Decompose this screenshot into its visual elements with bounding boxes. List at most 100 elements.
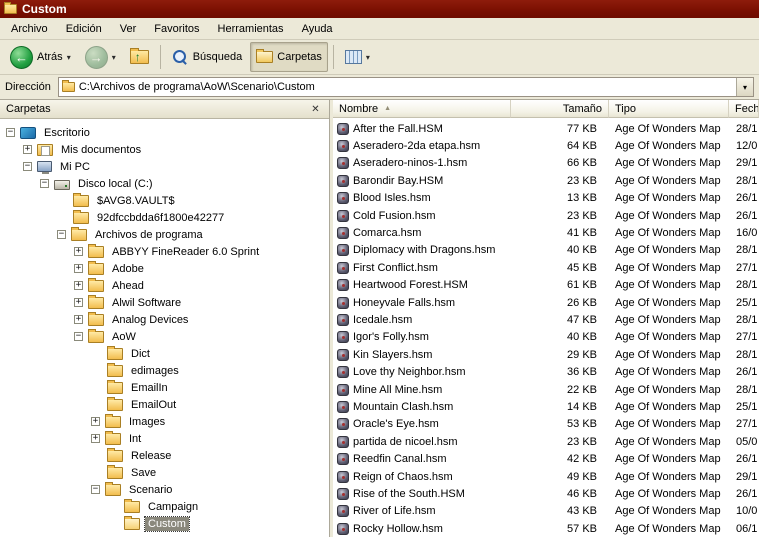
menu-favoritos[interactable]: Favoritos bbox=[145, 20, 208, 38]
tree-item-release[interactable]: Release bbox=[0, 447, 329, 464]
tree-item-alwil-software[interactable]: + Alwil Software bbox=[0, 294, 329, 311]
file-row-first-conflict-hsm[interactable]: First Conflict.hsm 45 KB Age Of Wonders Ma… bbox=[333, 259, 759, 276]
file-row-aseradero-2da-etapa-hsm[interactable]: Aseradero-2da etapa.hsm 64 KB Age Of Wonde… bbox=[333, 137, 759, 154]
tree-item-int[interactable]: + Int bbox=[0, 430, 329, 447]
file-row-honeyvale-falls-hsm[interactable]: Honeyvale Falls.hsm 26 KB Age Of Wonders M… bbox=[333, 294, 759, 311]
tree-item-label: AoW bbox=[112, 330, 136, 343]
address-dropdown-button[interactable]: ▾ bbox=[736, 78, 753, 96]
file-row-barondir-bay-hsm[interactable]: Barondir Bay.HSM 23 KB Age Of Wonders Map 2… bbox=[333, 172, 759, 189]
expand-icon[interactable]: + bbox=[91, 417, 100, 426]
file-row-kin-slayers-hsm[interactable]: Kin Slayers.hsm 29 KB Age Of Wonders Map 28… bbox=[333, 346, 759, 363]
file-name-cell: Reedfin Canal.hsm bbox=[333, 453, 511, 466]
tree-item-emailin[interactable]: EmailIn bbox=[0, 379, 329, 396]
tree-item-emailout[interactable]: EmailOut bbox=[0, 396, 329, 413]
search-label: Búsqueda bbox=[192, 51, 243, 63]
file-row-love-thy-neighbor-hsm[interactable]: Love thy Neighbor.hsm 36 KB Age Of Wonders… bbox=[333, 363, 759, 380]
collapse-icon[interactable]: − bbox=[23, 162, 32, 171]
expand-icon[interactable]: + bbox=[74, 315, 83, 324]
file-row-after-the-fall-hsm[interactable]: After the Fall.HSM 77 KB Age Of Wonders Ma… bbox=[333, 120, 759, 137]
expand-icon[interactable]: + bbox=[91, 434, 100, 443]
file-name: Aseradero-ninos-1.hsm bbox=[353, 157, 468, 170]
tree-item-dict[interactable]: Dict bbox=[0, 345, 329, 362]
tree-item-aow[interactable]: − AoW bbox=[0, 328, 329, 345]
file-row-river-of-life-hsm[interactable]: River of Life.hsm 43 KB Age Of Wonders Map… bbox=[333, 503, 759, 520]
file-date: 28/1 bbox=[736, 174, 758, 187]
tree-item-escritorio[interactable]: − Escritorio bbox=[0, 124, 329, 141]
close-folders-icon[interactable]: ✕ bbox=[308, 104, 323, 115]
tree-item-campaign[interactable]: Campaign bbox=[0, 498, 329, 515]
file-date: 10/0 bbox=[736, 505, 758, 518]
file-row-icedale-hsm[interactable]: Icedale.hsm 47 KB Age Of Wonders Map 28/1 bbox=[333, 311, 759, 328]
tree-item-92dfccbdda6f1800e42277[interactable]: 92dfccbdda6f1800e42277 bbox=[0, 209, 329, 226]
menu-ver[interactable]: Ver bbox=[111, 20, 146, 38]
folder-icon bbox=[88, 311, 104, 326]
tree-item-adobe[interactable]: + Adobe bbox=[0, 260, 329, 277]
collapse-icon[interactable]: − bbox=[6, 128, 15, 137]
address-input[interactable]: C:\Archivos de programa\AoW\Scenario\Cus… bbox=[57, 77, 754, 97]
tree-item-archivos-de-programa[interactable]: − Archivos de programa bbox=[0, 226, 329, 243]
desktop-icon bbox=[20, 126, 36, 139]
tree-item-custom[interactable]: Custom bbox=[0, 515, 329, 532]
expand-icon[interactable]: + bbox=[74, 281, 83, 290]
expand-icon[interactable]: + bbox=[74, 247, 83, 256]
tree-item-analog-devices[interactable]: + Analog Devices bbox=[0, 311, 329, 328]
file-row-aseradero-ninos-1-hsm[interactable]: Aseradero-ninos-1.hsm 66 KB Age Of Wonders… bbox=[333, 155, 759, 172]
file-row-blood-isles-hsm[interactable]: Blood Isles.hsm 13 KB Age Of Wonders Map 26… bbox=[333, 190, 759, 207]
tree-item-images[interactable]: + Images bbox=[0, 413, 329, 430]
tree-item-abbyy-finereader-6-0-sprint[interactable]: + ABBYY FineReader 6.0 Sprint bbox=[0, 243, 329, 260]
collapse-icon[interactable]: − bbox=[57, 230, 66, 239]
tree-item-ahead[interactable]: + Ahead bbox=[0, 277, 329, 294]
file-row-partida-de-nicoel-hsm[interactable]: partida de nicoel.hsm 23 KB Age Of Wonders… bbox=[333, 433, 759, 450]
back-button[interactable]: ← Atrás ▾ bbox=[4, 42, 77, 72]
forward-button[interactable]: → ▾ bbox=[79, 42, 122, 72]
address-folder-icon bbox=[61, 80, 75, 92]
collapse-icon[interactable]: − bbox=[40, 179, 49, 188]
expand-icon[interactable]: + bbox=[74, 298, 83, 307]
file-row-mountain-clash-hsm[interactable]: Mountain Clash.hsm 14 KB Age Of Wonders Ma… bbox=[333, 398, 759, 415]
menu-edicion[interactable]: Edición bbox=[57, 20, 111, 38]
tree-item-label: Alwil Software bbox=[112, 296, 182, 309]
column-header-fech[interactable]: Fech bbox=[729, 100, 759, 118]
collapse-icon[interactable]: − bbox=[91, 485, 100, 494]
tree-item-avg8-vault[interactable]: $AVG8.VAULT$ bbox=[0, 192, 329, 209]
file-name-cell: Reign of Chaos.hsm bbox=[333, 470, 511, 483]
aow-map-file-icon bbox=[337, 400, 349, 413]
views-dropdown-icon[interactable]: ▾ bbox=[366, 53, 370, 62]
folder-icon bbox=[105, 413, 121, 428]
drive-icon bbox=[54, 179, 70, 190]
collapse-icon[interactable]: − bbox=[74, 332, 83, 341]
file-row-mine-all-mine-hsm[interactable]: Mine All Mine.hsm 22 KB Age Of Wonders Map… bbox=[333, 381, 759, 398]
back-label: Atrás bbox=[37, 51, 63, 63]
folders-button[interactable]: Carpetas bbox=[250, 42, 328, 72]
views-button[interactable]: ▾ bbox=[339, 42, 376, 72]
folders-panel: Carpetas ✕ − Escritorio + Mis documentos − Mi… bbox=[0, 100, 330, 537]
menu-ayuda[interactable]: Ayuda bbox=[293, 20, 342, 38]
tree-item-save[interactable]: Save bbox=[0, 464, 329, 481]
file-row-comarca-hsm[interactable]: Comarca.hsm 41 KB Age Of Wonders Map 16/0 bbox=[333, 224, 759, 241]
file-row-igor-s-folly-hsm[interactable]: Igor's Folly.hsm 40 KB Age Of Wonders Map 2… bbox=[333, 329, 759, 346]
file-size: 64 KB bbox=[567, 140, 597, 153]
tree-item-mi-pc[interactable]: − Mi PC bbox=[0, 158, 329, 175]
file-row-oracle-s-eye-hsm[interactable]: Oracle's Eye.hsm 53 KB Age Of Wonders Map 2… bbox=[333, 416, 759, 433]
tree-item-disco-local-c[interactable]: − Disco local (C:) bbox=[0, 175, 329, 192]
up-button[interactable]: ↑ bbox=[124, 42, 155, 72]
expand-icon[interactable]: + bbox=[23, 145, 32, 154]
file-row-diplomacy-with-dragons-hsm[interactable]: Diplomacy with Dragons.hsm 40 KB Age Of Wo… bbox=[333, 242, 759, 259]
tree-item-edimages[interactable]: edimages bbox=[0, 362, 329, 379]
tree-item-mis-documentos[interactable]: + Mis documentos bbox=[0, 141, 329, 158]
column-header-nombre[interactable]: Nombre ▲ bbox=[333, 100, 511, 118]
menu-herramientas[interactable]: Herramientas bbox=[209, 20, 293, 38]
expand-icon[interactable]: + bbox=[74, 264, 83, 273]
file-row-cold-fusion-hsm[interactable]: Cold Fusion.hsm 23 KB Age Of Wonders Map 26… bbox=[333, 207, 759, 224]
tree-item-scenario[interactable]: − Scenario bbox=[0, 481, 329, 498]
back-dropdown-icon[interactable]: ▾ bbox=[67, 53, 71, 62]
file-row-reedfin-canal-hsm[interactable]: Reedfin Canal.hsm 42 KB Age Of Wonders Map… bbox=[333, 450, 759, 467]
column-header-tamano[interactable]: Tamaño bbox=[511, 100, 609, 118]
search-button[interactable]: Búsqueda bbox=[166, 42, 249, 72]
menu-archivo[interactable]: Archivo bbox=[2, 20, 57, 38]
file-row-rocky-hollow-hsm[interactable]: Rocky Hollow.hsm 57 KB Age Of Wonders Map 0… bbox=[333, 520, 759, 537]
file-row-heartwood-forest-hsm[interactable]: Heartwood Forest.HSM 61 KB Age Of Wonders … bbox=[333, 277, 759, 294]
column-header-tipo[interactable]: Tipo bbox=[609, 100, 729, 118]
file-row-rise-of-the-south-hsm[interactable]: Rise of the South.HSM 46 KB Age Of Wonders… bbox=[333, 485, 759, 502]
file-row-reign-of-chaos-hsm[interactable]: Reign of Chaos.hsm 49 KB Age Of Wonders Ma… bbox=[333, 468, 759, 485]
